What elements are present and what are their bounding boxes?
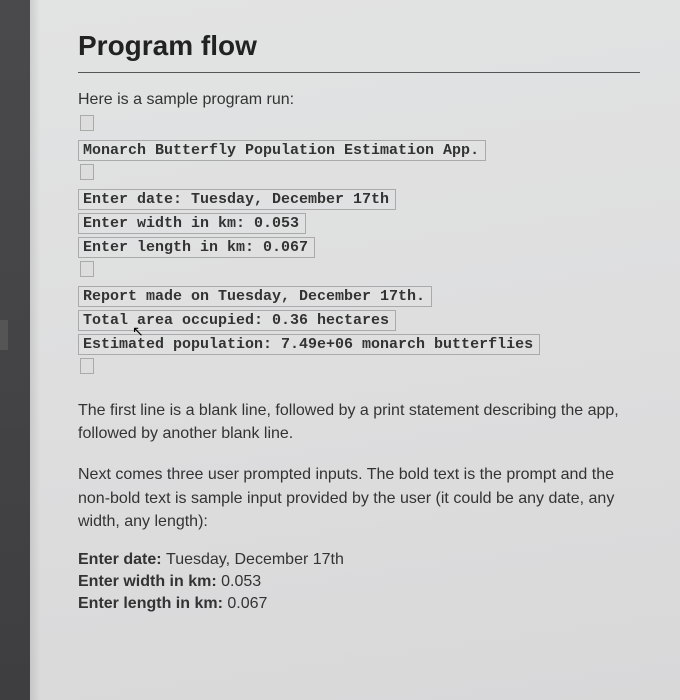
example-prompt: Enter width in km: [78, 573, 221, 590]
intro-paragraph: Here is a sample program run: [78, 91, 640, 109]
page-gutter [0, 0, 30, 700]
example-prompt: Enter date: [78, 551, 166, 568]
section-heading: Program flow [78, 30, 640, 73]
document-page: Program flow Here is a sample program ru… [30, 0, 680, 700]
example-value: Tuesday, December 17th [166, 551, 344, 568]
run-input-line: Enter date: Tuesday, December 17th [78, 189, 396, 210]
blank-line-marker [80, 115, 94, 131]
run-input-line: Enter length in km: 0.067 [78, 237, 315, 258]
blank-line-marker [80, 261, 94, 277]
example-value: 0.067 [227, 595, 267, 612]
example-inputs-block: Enter date: Tuesday, December 17th Enter… [78, 551, 640, 613]
run-output-line: Report made on Tuesday, December 17th. [78, 286, 432, 307]
run-output-line: Estimated population: 7.49e+06 monarch b… [78, 334, 540, 355]
blank-line-marker [80, 164, 94, 180]
run-title-line: Monarch Butterfly Population Estimation … [78, 140, 486, 161]
body-paragraph-1: The first line is a blank line, followed… [78, 399, 640, 445]
example-line: Enter width in km: 0.053 [78, 573, 640, 591]
run-output-line: Total area occupied: 0.36 hectares [78, 310, 396, 331]
example-line: Enter date: Tuesday, December 17th [78, 551, 640, 569]
blank-line-marker [80, 358, 94, 374]
run-input-line: Enter width in km: 0.053 [78, 213, 306, 234]
example-prompt: Enter length in km: [78, 595, 227, 612]
page-gutter-tab [0, 320, 8, 350]
example-value: 0.053 [221, 573, 261, 590]
body-paragraph-2: Next comes three user prompted inputs. T… [78, 463, 640, 533]
example-line: Enter length in km: 0.067 [78, 595, 640, 613]
sample-run-block: Monarch Butterfly Population Estimation … [78, 115, 640, 381]
